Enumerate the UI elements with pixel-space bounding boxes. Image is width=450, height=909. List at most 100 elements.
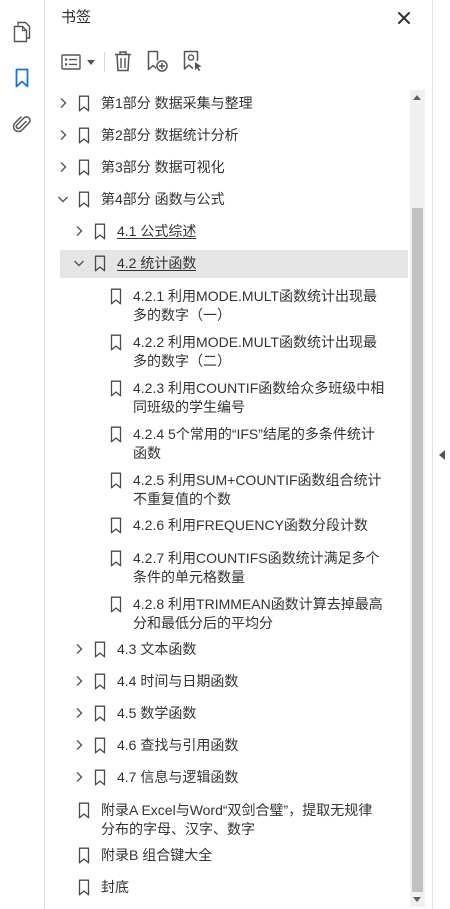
bookmark-title-line: 第3部分 数据可视化 (101, 158, 225, 175)
bookmark-title-line: 4.2 统计函数 (117, 254, 197, 271)
bookmark-item[interactable]: 4.2.2 利用MODE.MULT函数统计出现最 多的数字（二） (45, 325, 408, 371)
chevron-right-icon[interactable] (55, 129, 71, 141)
triangle-down-icon[interactable] (413, 897, 421, 902)
bookmark-title: 4.4 时间与日期函数 (117, 672, 238, 691)
bookmark-item[interactable]: 附录A Excel与Word“双剑合璧”，提取无规律 分布的字母、汉字、数字 (45, 793, 408, 839)
bookmark-item[interactable]: 4.2.7 利用COUNTIFS函数统计满足多个 条件的单元格数量 (45, 541, 408, 587)
bookmark-title: 封底 (101, 878, 129, 897)
bookmark-title-line: 第4部分 函数与公式 (101, 190, 225, 207)
bookmark-title-line: 分和最低分后的平均分 (133, 615, 273, 631)
bookmark-title: 4.2.5 利用SUM+COUNTIF函数组合统计 不重复值的个数 (133, 471, 382, 509)
panel-title: 书签 (61, 9, 92, 26)
find-current-bookmark-icon[interactable] (181, 49, 203, 73)
bookmark-item[interactable]: 第2部分 数据统计分析 (45, 119, 408, 151)
bookmark-icon (94, 641, 106, 658)
bookmark-title: 4.7 信息与逻辑函数 (117, 768, 238, 787)
chevron-right-icon[interactable] (71, 675, 87, 687)
bookmark-title: 4.2.8 利用TRIMMEAN函数计算去掉最高 分和最低分后的平均分 (133, 595, 383, 633)
paperclip-icon[interactable] (12, 113, 32, 135)
bookmark-title: 4.2.6 利用FREQUENCY函数分段计数 (133, 516, 368, 535)
bookmark-title-line: 4.2.4 5个常用的“IFS”结尾的多条件统计 (133, 426, 375, 442)
chevron-down-icon[interactable] (71, 257, 87, 269)
bookmark-title: 4.5 数学函数 (117, 704, 196, 723)
bookmark-title-line: 4.2.6 利用FREQUENCY函数分段计数 (133, 516, 368, 533)
chevron-right-icon[interactable] (71, 739, 87, 751)
bookmark-item[interactable]: 4.2.8 利用TRIMMEAN函数计算去掉最高 分和最低分后的平均分 (45, 587, 408, 633)
close-icon[interactable] (397, 11, 411, 25)
chevron-right-icon[interactable] (55, 161, 71, 173)
bookmark-item[interactable]: 4.6 查找与引用函数 (45, 729, 408, 761)
bookmark-title: 第3部分 数据可视化 (101, 158, 225, 177)
bookmark-title: 4.2 统计函数 (117, 254, 196, 273)
bookmark-title: 4.3 文本函数 (117, 640, 196, 659)
trash-icon[interactable] (113, 50, 133, 72)
bookmark-title: 4.2.4 5个常用的“IFS”结尾的多条件统计 函数 (133, 425, 375, 463)
bookmark-item[interactable]: 附录B 组合键大全 (45, 839, 408, 871)
bookmark-item[interactable]: 第3部分 数据可视化 (45, 151, 408, 183)
bookmark-title-line: 4.2.2 利用MODE.MULT函数统计出现最 (133, 334, 377, 350)
chevron-right-icon[interactable] (71, 643, 87, 655)
bookmark-title: 4.2.1 利用MODE.MULT函数统计出现最 多的数字（一） (133, 287, 377, 325)
bookmark-icon (110, 288, 122, 305)
bookmark-title-line: 4.2.5 利用SUM+COUNTIF函数组合统计 (133, 472, 382, 488)
bookmark-title-line: 多的数字（一） (133, 307, 231, 323)
bookmark-item[interactable]: 4.2.6 利用FREQUENCY函数分段计数 (45, 509, 408, 541)
bookmark-item[interactable]: 4.3 文本函数 (45, 633, 408, 665)
bookmark-tree: 第1部分 数据采集与整理 第2部分 数据统计分析 第3部分 数据可视化 第4部分… (45, 87, 408, 903)
bookmark-title: 4.6 查找与引用函数 (117, 736, 238, 755)
triangle-left-icon[interactable] (439, 450, 445, 460)
chevron-right-icon[interactable] (71, 225, 87, 237)
dropdown-caret-icon[interactable] (87, 60, 95, 65)
chevron-right-icon[interactable] (55, 97, 71, 109)
bookmark-title-line: 4.4 时间与日期函数 (117, 672, 239, 689)
bookmark-icon (94, 705, 106, 722)
bookmark-icon (110, 517, 122, 534)
bookmark-title-line: 4.2.8 利用TRIMMEAN函数计算去掉最高 (133, 596, 383, 612)
bookmark-title-line: 4.2.1 利用MODE.MULT函数统计出现最 (133, 288, 377, 304)
options-icon[interactable] (61, 54, 81, 70)
bookmark-icon (78, 127, 90, 144)
bookmark-title: 4.2.3 利用COUNTIF函数给众多班级中相 同班级的学生编号 (133, 379, 384, 417)
bookmark-icon (110, 550, 122, 567)
bookmark-item[interactable]: 4.2.1 利用MODE.MULT函数统计出现最 多的数字（一） (45, 279, 408, 325)
bookmark-icon (110, 426, 122, 443)
bookmark-icon (78, 191, 90, 208)
bookmark-item-selected[interactable]: 4.2 统计函数 (45, 247, 408, 279)
bookmark-title-line: 4.3 文本函数 (117, 640, 197, 657)
bookmark-title: 第1部分 数据采集与整理 (101, 94, 253, 113)
bookmark-icon (110, 472, 122, 489)
bookmark-item[interactable]: 4.2.5 利用SUM+COUNTIF函数组合统计 不重复值的个数 (45, 463, 408, 509)
bookmark-icon (78, 879, 90, 896)
new-bookmark-icon[interactable] (145, 49, 169, 73)
bookmark-item[interactable]: 第4部分 函数与公式 (45, 183, 408, 215)
triangle-up-icon[interactable] (413, 95, 421, 100)
bookmark-icon (110, 380, 122, 397)
bookmark-icon (78, 95, 90, 112)
bookmark-icon (110, 334, 122, 351)
bookmark-item[interactable]: 4.5 数学函数 (45, 697, 408, 729)
bookmark-title-line: 4.5 数学函数 (117, 704, 197, 721)
bookmark-icon (110, 596, 122, 613)
bookmark-item[interactable]: 4.2.3 利用COUNTIF函数给众多班级中相 同班级的学生编号 (45, 371, 408, 417)
bookmark-title-line: 4.7 信息与逻辑函数 (117, 768, 239, 785)
bookmark-item[interactable]: 4.1 公式综述 (45, 215, 408, 247)
bookmark-item[interactable]: 4.2.4 5个常用的“IFS”结尾的多条件统计 函数 (45, 417, 408, 463)
chevron-right-icon[interactable] (71, 707, 87, 719)
scrollbar-thumb[interactable] (412, 208, 423, 892)
chevron-down-icon[interactable] (55, 193, 71, 205)
pages-icon[interactable] (12, 21, 32, 43)
bookmark-item[interactable]: 第1部分 数据采集与整理 (45, 87, 408, 119)
bookmark-icon (78, 802, 90, 819)
bookmark-title-line: 分布的字母、汉字、数字 (101, 821, 255, 837)
bookmark-item[interactable]: 4.7 信息与逻辑函数 (45, 761, 408, 793)
bookmark-title-line: 附录A Excel与Word“双剑合璧”，提取无规律 (101, 802, 373, 818)
bookmark-title: 4.1 公式综述 (117, 222, 196, 241)
chevron-right-icon[interactable] (71, 771, 87, 783)
bookmark-item[interactable]: 4.4 时间与日期函数 (45, 665, 408, 697)
navigation-pane (0, 0, 45, 909)
bookmark-title-line: 不重复值的个数 (133, 491, 231, 507)
bookmark-icon[interactable] (14, 68, 30, 88)
bookmark-title: 附录A Excel与Word“双剑合璧”，提取无规律 分布的字母、汉字、数字 (101, 801, 372, 839)
bookmark-icon (94, 737, 106, 754)
bookmark-item[interactable]: 封底 (45, 871, 408, 903)
